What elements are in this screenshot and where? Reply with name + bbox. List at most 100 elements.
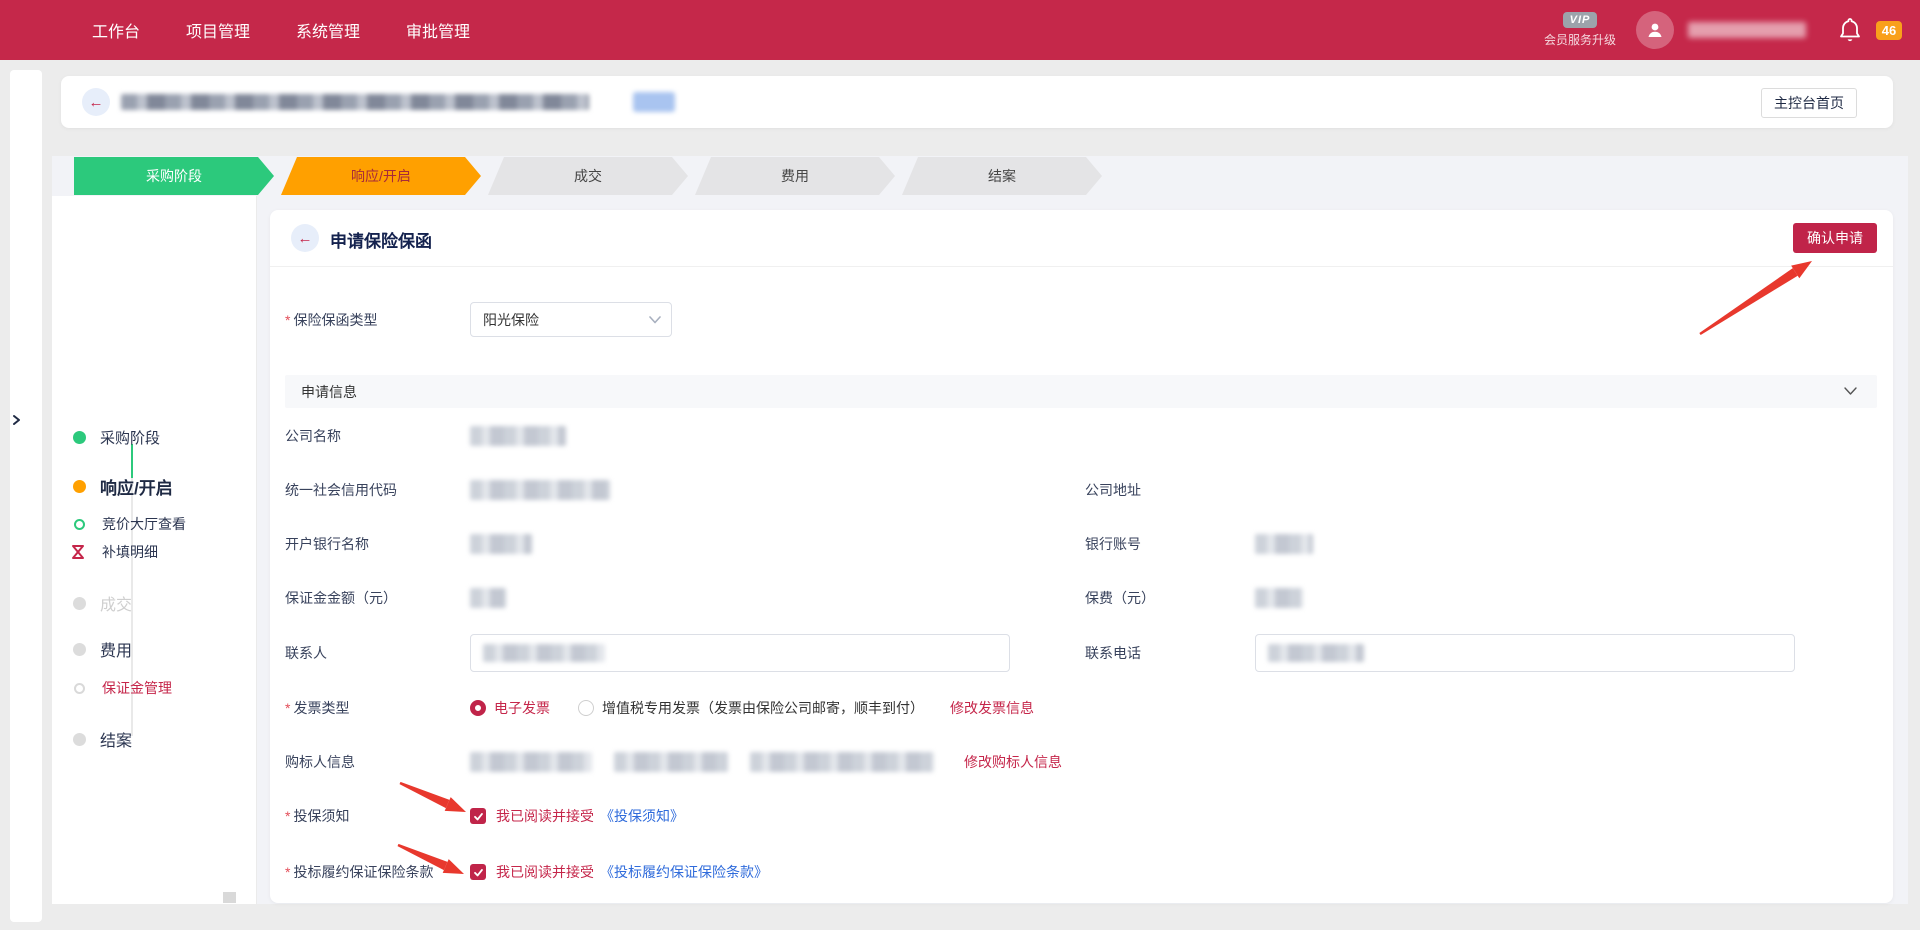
sidebar-item-response-open[interactable]: 响应/开启 (73, 474, 173, 499)
vip-upgrade[interactable]: VIP 会员服务升级 (1544, 12, 1616, 48)
top-navbar: 工作台 项目管理 系统管理 审批管理 VIP 会员服务升级 46 (0, 0, 1920, 60)
buyer-info-row: 购标人信息 修改购标人信息 (285, 752, 1062, 772)
insurance-type-row: *保险保函类型 阳光保险 (285, 302, 1875, 337)
premium-value-redacted (1255, 588, 1303, 608)
electronic-invoice-label: 电子发票 (494, 698, 550, 718)
back-button[interactable]: ← (82, 88, 110, 116)
premium-row: 保费（元） (1085, 588, 1303, 608)
edit-buyer-link[interactable]: 修改购标人信息 (964, 752, 1062, 772)
deposit-value-redacted (470, 588, 506, 608)
confirm-apply-button[interactable]: 确认申请 (1793, 223, 1877, 253)
bank-account-row: 银行账号 (1085, 534, 1313, 554)
bank-name-row: 开户银行名称 (285, 534, 532, 554)
notification-bell-icon[interactable] (1838, 17, 1862, 43)
stage-sidebar: 采购阶段 响应/开启 竞价大厅查看 补填明细 成交 费用 保证金管理 结案 (52, 196, 257, 904)
sidebar-item-deal[interactable]: 成交 (73, 591, 132, 615)
sidebar-label: 竞价大厅查看 (102, 514, 186, 534)
step-fees: 费用 (695, 157, 895, 195)
required-mark: * (285, 312, 290, 328)
check-icon (473, 811, 484, 822)
company-address-row: 公司地址 (1085, 480, 1235, 500)
credit-code-value-redacted (470, 480, 610, 500)
radio-electronic-invoice[interactable] (470, 700, 486, 716)
insurance-type-select[interactable]: 阳光保险 (470, 302, 672, 337)
gray-dot-icon (73, 733, 86, 746)
collapse-chevron-icon[interactable] (1844, 387, 1857, 396)
vip-caption: 会员服务升级 (1544, 31, 1616, 48)
orange-dot-icon (73, 480, 86, 493)
sidebar-label: 响应/开启 (100, 474, 173, 499)
bank-name-label: 开户银行名称 (285, 534, 455, 554)
phone-value-redacted (1268, 644, 1364, 662)
form-back-button[interactable]: ← (291, 224, 319, 252)
gray-dot-icon (73, 643, 86, 656)
insurance-type-label: 保险保函类型 (293, 312, 377, 328)
scrollbar-thumb[interactable] (223, 892, 236, 903)
sidebar-item-closing[interactable]: 结案 (73, 727, 132, 751)
sidebar-label: 补填明细 (102, 542, 158, 562)
phone-row: 联系电话 (1085, 634, 1795, 672)
main-menu: 工作台 项目管理 系统管理 审批管理 (0, 18, 470, 42)
deposit-label: 保证金金额（元） (285, 588, 455, 608)
notice-checkbox[interactable] (470, 808, 486, 824)
back-arrow-icon: ← (298, 230, 313, 247)
notification-count-badge[interactable]: 46 (1876, 21, 1902, 40)
vip-icon: VIP (1563, 12, 1598, 28)
menu-project-management[interactable]: 项目管理 (186, 18, 250, 42)
sidebar-item-bidding-hall[interactable]: 竞价大厅查看 (74, 514, 186, 534)
sidebar-label: 采购阶段 (100, 427, 160, 448)
page-title: 申请保险保函 (330, 227, 432, 252)
contact-input[interactable] (470, 634, 1010, 672)
check-icon (473, 867, 484, 878)
notice-link[interactable]: 《投保须知》 (600, 806, 684, 826)
terms-link[interactable]: 《投标履约保证保险条款》 (600, 862, 768, 882)
step-closing: 结案 (902, 157, 1102, 195)
deposit-row: 保证金金额（元） (285, 588, 506, 608)
sidebar-item-supplement-detail[interactable]: 补填明细 (71, 542, 158, 562)
radio-vat-invoice[interactable] (578, 700, 594, 716)
menu-approval-management[interactable]: 审批管理 (406, 18, 470, 42)
user-avatar[interactable] (1636, 11, 1674, 49)
buyer-name-redacted (470, 752, 592, 772)
terms-checkbox[interactable] (470, 864, 486, 880)
hourglass-icon (71, 544, 85, 560)
menu-workbench[interactable]: 工作台 (92, 18, 140, 42)
agree-text: 我已阅读并接受 (496, 862, 594, 882)
terms-label: 投标履约保证保险条款 (293, 864, 433, 880)
step-procurement: 采购阶段 (74, 157, 274, 195)
sidebar-label: 结案 (100, 727, 132, 751)
sidebar-label: 保证金管理 (102, 678, 172, 698)
application-info-section-header[interactable]: 申请信息 (285, 375, 1877, 408)
gray-dot-icon (73, 597, 86, 610)
phone-input[interactable] (1255, 634, 1795, 672)
company-name-label: 公司名称 (285, 426, 455, 446)
sidebar-item-fees[interactable]: 费用 (73, 637, 132, 661)
collapsed-side-rail (10, 70, 42, 922)
person-icon (1645, 20, 1665, 40)
bank-account-value-redacted (1255, 534, 1313, 554)
console-home-button[interactable]: 主控台首页 (1761, 88, 1857, 118)
sidebar-item-deposit-management[interactable]: 保证金管理 (74, 678, 172, 698)
project-header-card: ← 主控台首页 (61, 76, 1893, 128)
green-dot-icon (73, 431, 86, 444)
bank-account-label: 银行账号 (1085, 534, 1235, 554)
required-mark: * (285, 700, 290, 716)
premium-label: 保费（元） (1085, 588, 1235, 608)
company-name-row: 公司名称 (285, 426, 566, 446)
project-title-redacted (121, 94, 589, 110)
sidebar-item-procurement[interactable]: 采购阶段 (73, 427, 160, 448)
sidebar-label: 成交 (100, 591, 132, 615)
chevron-down-icon (649, 316, 661, 324)
bank-name-value-redacted (470, 534, 532, 554)
timeline-line-done (131, 444, 133, 478)
menu-system-management[interactable]: 系统管理 (296, 18, 360, 42)
credit-code-row: 统一社会信用代码 (285, 480, 610, 500)
contact-label: 联系人 (285, 643, 455, 663)
invoice-type-row: *发票类型 电子发票 增值税专用发票（发票由保险公司邮寄，顺丰到付） 修改发票信… (285, 698, 1034, 718)
expand-rail-chevron-icon[interactable] (10, 414, 22, 426)
contact-row: 联系人 (285, 634, 1010, 672)
apply-insurance-card: ← 申请保险保函 确认申请 *保险保函类型 阳光保险 申请信息 公司名称 统一社… (270, 210, 1893, 903)
username-redacted (1688, 22, 1806, 38)
edit-invoice-link[interactable]: 修改发票信息 (950, 698, 1034, 718)
notice-label: 投保须知 (293, 808, 349, 824)
